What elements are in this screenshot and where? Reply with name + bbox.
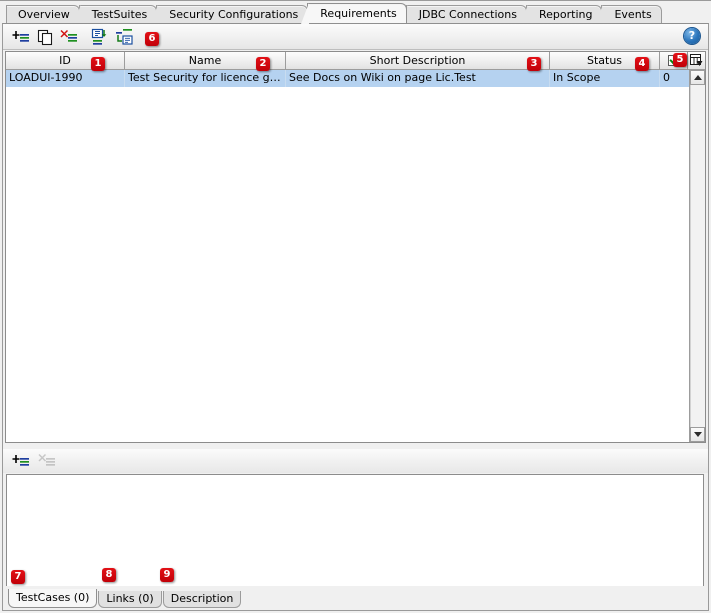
tab-security-configurations-label: Security Configurations	[169, 8, 299, 21]
tab-overview-label: Overview	[18, 8, 70, 21]
remove-requirement-button[interactable]	[60, 28, 79, 46]
remove-requirement-icon	[60, 29, 77, 42]
annotation-badge-7: 7	[11, 570, 25, 584]
tab-testsuites-label: TestSuites	[91, 8, 148, 21]
tab-jdbc-connections[interactable]: JDBC Connections	[399, 5, 527, 24]
tab-overview[interactable]: Overview	[6, 5, 80, 23]
bottom-tab-description-label: Description	[170, 592, 234, 605]
requirements-window: Overview TestSuites Security Configurati…	[0, 0, 711, 613]
export-requirements-button[interactable]	[115, 28, 134, 46]
tab-testsuites[interactable]: TestSuites	[72, 5, 158, 24]
scrollbar-track[interactable]	[690, 85, 705, 427]
cell-status: In Scope	[550, 70, 660, 87]
annotation-badge-6: 6	[145, 32, 159, 46]
scroll-up-button[interactable]	[690, 70, 705, 85]
add-testcase-icon	[12, 455, 29, 466]
column-header-short-description[interactable]: Short Description	[286, 52, 550, 70]
cell-short-description: See Docs on Wiki on page Lic.Test	[286, 70, 550, 87]
export-requirements-icon	[116, 29, 133, 45]
tab-requirements-label: Requirements	[320, 7, 397, 20]
help-icon: ?	[688, 29, 696, 42]
tab-reporting[interactable]: Reporting	[519, 5, 603, 24]
annotation-badge-3: 3	[527, 57, 541, 71]
column-header-name-label: Name	[188, 54, 222, 67]
column-header-short-description-label: Short Description	[369, 54, 466, 67]
annotation-badge-9: 9	[160, 568, 174, 582]
cell-id: LOADUI-1990	[6, 70, 125, 87]
cell-count: 0	[663, 71, 670, 84]
tab-security-configurations[interactable]: Security Configurations	[150, 5, 309, 24]
remove-testcase-icon	[38, 453, 55, 466]
requirements-panel: ? ID Name Short Description Status LOADU…	[2, 23, 709, 611]
requirements-table: ID Name Short Description Status LOADUI-…	[5, 51, 706, 443]
add-testcase-button[interactable]	[12, 452, 31, 470]
bottom-tab-testcases-label: TestCases (0)	[16, 591, 90, 604]
chevron-up-icon	[693, 75, 702, 80]
import-requirements-icon	[91, 28, 107, 45]
bottom-tab-links[interactable]: Links (0)	[98, 591, 162, 608]
bottom-tab-description[interactable]: Description	[162, 591, 242, 608]
annotation-badge-5: 5	[673, 53, 687, 67]
tab-events[interactable]: Events	[595, 5, 662, 24]
scroll-down-button[interactable]	[690, 427, 705, 442]
tab-reporting-label: Reporting	[538, 8, 593, 21]
annotation-badge-1: 1	[91, 57, 105, 71]
add-requirement-icon	[12, 31, 29, 42]
column-chooser-button[interactable]	[688, 52, 705, 70]
main-tab-bar: Overview TestSuites Security Configurati…	[0, 0, 711, 24]
clone-requirement-button[interactable]	[36, 28, 55, 46]
add-requirement-button[interactable]	[12, 28, 31, 46]
bottom-tab-links-label: Links (0)	[106, 592, 154, 605]
help-button[interactable]: ?	[684, 28, 700, 44]
tab-requirements[interactable]: Requirements	[301, 3, 407, 24]
column-header-id-label: ID	[59, 54, 71, 67]
bottom-tab-list: TestCases (0) Links (0) Description	[8, 589, 242, 608]
column-header-status-label: Status	[586, 54, 623, 67]
cell-name: Test Security for licence gener...	[125, 70, 286, 87]
annotation-badge-4: 4	[635, 57, 649, 71]
tab-events-label: Events	[614, 8, 652, 21]
table-row[interactable]: LOADUI-1990 Test Security for licence ge…	[6, 70, 705, 87]
column-header-id[interactable]: ID	[6, 52, 125, 70]
clone-requirement-icon	[37, 29, 53, 46]
annotation-badge-2: 2	[256, 57, 270, 71]
bottom-tab-bar: TestCases (0) Links (0) Description	[3, 586, 708, 610]
table-settings-icon	[690, 54, 703, 66]
main-tab-list: Overview TestSuites Security Configurati…	[6, 3, 662, 24]
tab-jdbc-connections-label: JDBC Connections	[418, 8, 517, 21]
chevron-down-icon	[693, 432, 702, 437]
requirements-table-header: ID Name Short Description Status	[6, 52, 705, 70]
annotation-badge-8: 8	[102, 568, 116, 582]
import-requirements-button[interactable]	[91, 28, 110, 46]
testcases-toolbar	[3, 449, 708, 473]
bottom-tab-testcases[interactable]: TestCases (0)	[8, 589, 98, 608]
requirements-toolbar: ?	[3, 24, 708, 50]
remove-testcase-button	[38, 452, 57, 470]
table-vertical-scrollbar[interactable]	[689, 70, 705, 442]
